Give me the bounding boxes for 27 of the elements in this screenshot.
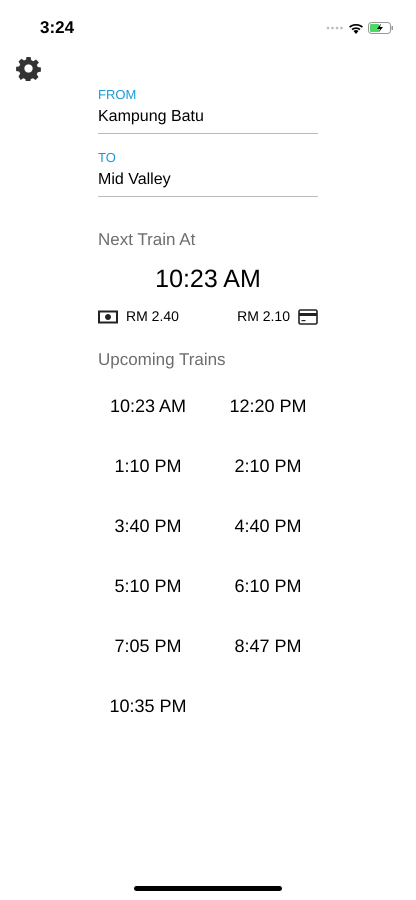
train-time: 7:05 PM bbox=[113, 634, 183, 656]
next-train-time: 10:23 AM bbox=[154, 264, 262, 294]
battery-icon bbox=[368, 22, 394, 34]
input-field[interactable]: Kampung Batu bbox=[98, 103, 318, 134]
field-label: FROM bbox=[98, 87, 138, 103]
train-time: 3:40 PM bbox=[113, 514, 183, 536]
train-time: 5:10 PM bbox=[113, 574, 183, 596]
input-field[interactable]: Mid Valley bbox=[98, 166, 318, 197]
wifi-icon bbox=[348, 22, 364, 34]
train-time: 6:10 PM bbox=[233, 574, 303, 596]
train-time: 2:10 PM bbox=[233, 454, 303, 476]
train-time: 10:35 PM bbox=[108, 694, 188, 716]
train-time: 4:40 PM bbox=[233, 514, 303, 536]
train-time: 12:20 PM bbox=[228, 394, 308, 416]
field-label: TO bbox=[98, 150, 117, 166]
signal-icon bbox=[326, 26, 344, 30]
section-heading: Next Train At bbox=[98, 229, 196, 251]
section-heading: Upcoming Trains bbox=[98, 349, 227, 371]
settings-icon[interactable] bbox=[16, 56, 41, 81]
train-time: 1:10 PM bbox=[113, 454, 183, 476]
card-icon bbox=[298, 308, 318, 324]
cash-fare: RM 2.40 bbox=[126, 307, 179, 326]
train-time: 8:47 PM bbox=[233, 634, 303, 656]
train-time: 10:23 AM bbox=[108, 394, 188, 416]
status-time: 3:24 bbox=[40, 17, 74, 40]
cash-icon bbox=[98, 310, 118, 324]
card-fare: RM 2.10 bbox=[237, 307, 290, 326]
